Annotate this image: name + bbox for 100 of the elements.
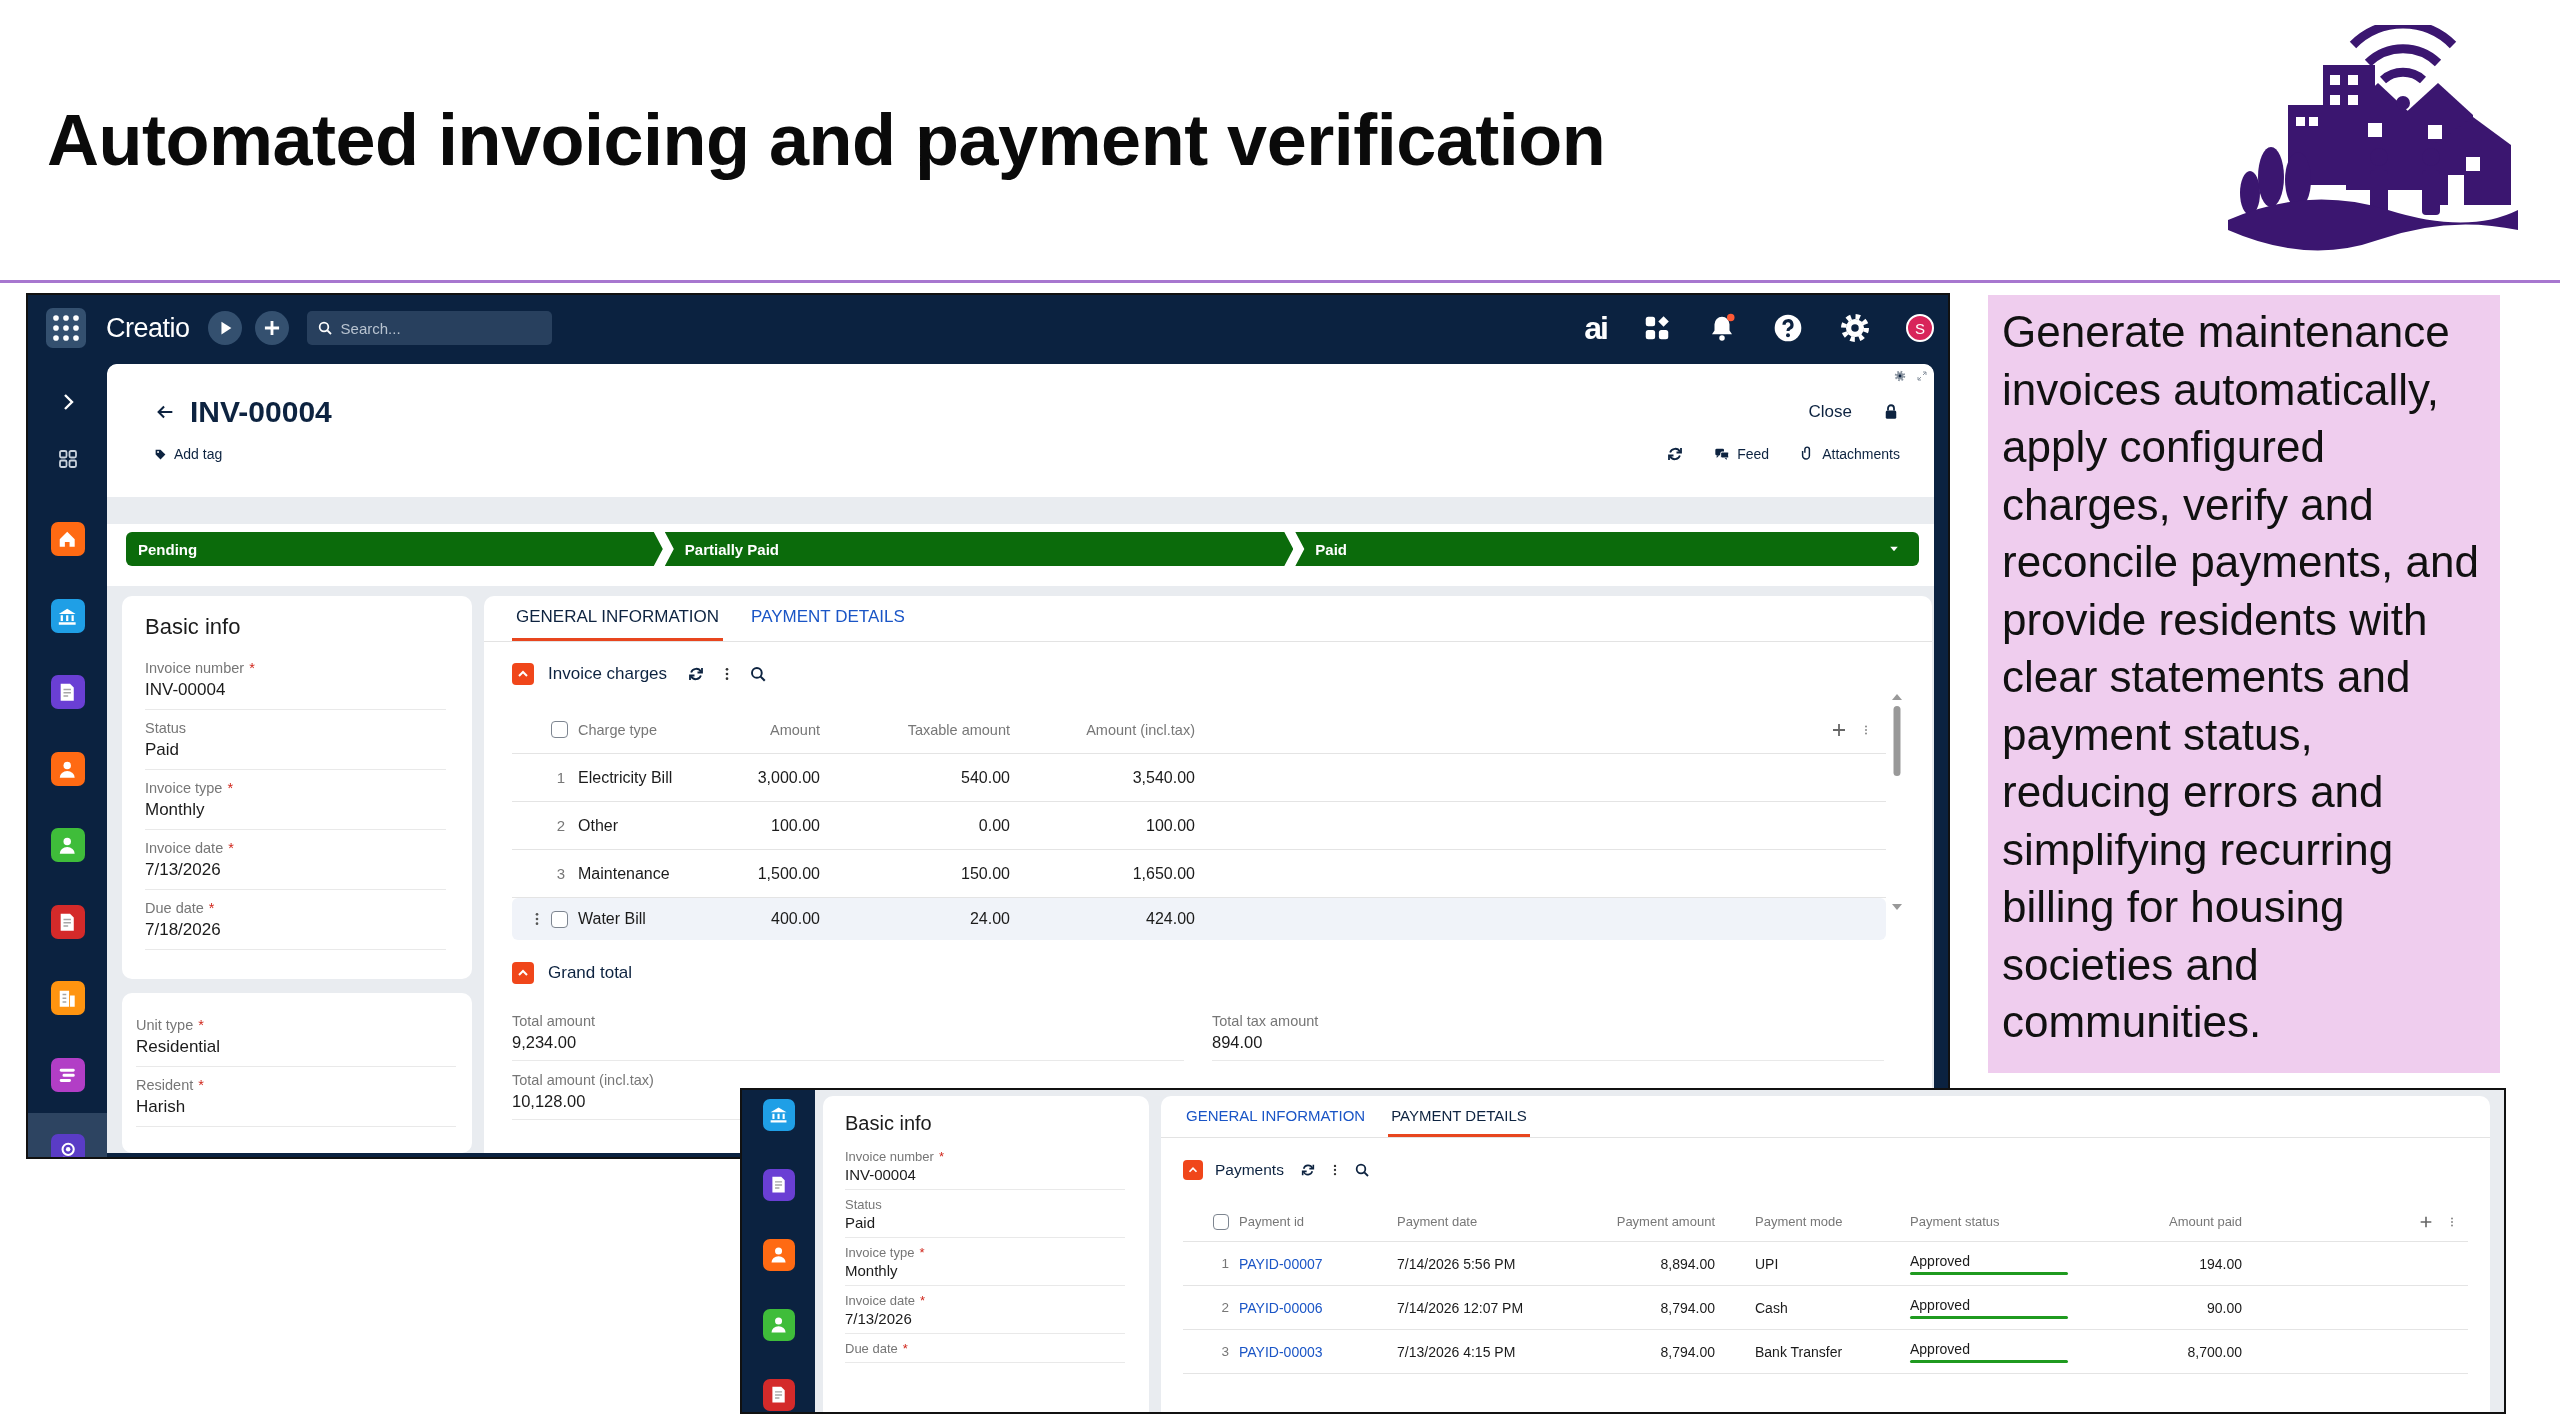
tab[interactable]: GENERAL INFORMATION bbox=[1183, 1096, 1369, 1137]
settings-icon[interactable] bbox=[1894, 370, 1906, 382]
collapse-icon[interactable] bbox=[1183, 1160, 1203, 1180]
house-icon[interactable] bbox=[50, 522, 85, 557]
field-value: Paid bbox=[145, 739, 181, 761]
table-row[interactable]: Water Bill 400.00 24.00 424.00 bbox=[512, 898, 1886, 940]
table-cell-text: 90.00 bbox=[2205, 1299, 2242, 1316]
scrollbar[interactable] bbox=[1890, 692, 1904, 912]
user-avatar[interactable]: S bbox=[1906, 314, 1934, 342]
ai-button[interactable]: ai bbox=[1584, 309, 1607, 347]
column-header[interactable]: Amount paid bbox=[2092, 1214, 2242, 1229]
checkbox[interactable] bbox=[1213, 1213, 1229, 1230]
table-cell-text: 1,500.00 bbox=[756, 864, 820, 883]
table-cell-text: 24.00 bbox=[968, 910, 1010, 928]
collapse-icon[interactable] bbox=[512, 962, 534, 984]
settings-icon[interactable] bbox=[1839, 312, 1871, 344]
person-icon[interactable] bbox=[762, 1239, 795, 1271]
table-cell-text: 540.00 bbox=[960, 768, 1010, 787]
bank-icon[interactable] bbox=[50, 598, 85, 633]
search-field[interactable]: Search... bbox=[306, 311, 552, 345]
row-number: 1 bbox=[1221, 1256, 1229, 1271]
document-icon[interactable] bbox=[762, 1169, 795, 1201]
description-text: Generate maintenance invoices automatically, apply configured charges, verify and reconcile payments, and provide residents with clear statements and payment status, reducing errors and simplifying recurring billing for housing societies and communities. bbox=[2001, 306, 2480, 1048]
column-header[interactable]: Payment status bbox=[1900, 1214, 2092, 1229]
section-title: Grand total bbox=[548, 963, 633, 983]
field-label: Invoice type * bbox=[845, 1244, 926, 1261]
field-label: Unit type * bbox=[136, 1016, 205, 1035]
tab[interactable]: PAYMENT DETAILS bbox=[1388, 1096, 1530, 1137]
table-cell-text: Bank Transfer bbox=[1754, 1343, 1844, 1360]
field-value: Paid bbox=[845, 1213, 877, 1232]
payment-link[interactable]: PAYID-00006 bbox=[1239, 1299, 1387, 1316]
expand-icon[interactable] bbox=[1916, 370, 1928, 382]
column-header[interactable]: Charge type bbox=[578, 721, 728, 738]
column-header[interactable]: Payment mode bbox=[1715, 1214, 1900, 1229]
field-label: Due date * bbox=[145, 899, 216, 918]
column-header[interactable]: Payment amount bbox=[1547, 1214, 1715, 1229]
checkbox[interactable] bbox=[551, 910, 568, 928]
person-icon[interactable] bbox=[50, 828, 85, 863]
building-icon[interactable] bbox=[50, 981, 85, 1016]
field-value: Residential bbox=[136, 1036, 222, 1058]
table-cell-text: 100.00 bbox=[770, 816, 820, 835]
table-row[interactable]: 1 Electricity Bill 3,000.00 540.00 3,540.00 bbox=[512, 754, 1886, 802]
brand-logo: Creatio bbox=[106, 312, 190, 344]
column-header[interactable]: Amount (incl.tax) bbox=[1010, 721, 1195, 738]
search-icon[interactable] bbox=[749, 665, 768, 683]
tab[interactable]: GENERAL INFORMATION bbox=[512, 596, 724, 641]
payment-link[interactable]: PAYID-00003 bbox=[1239, 1343, 1387, 1360]
refresh-icon[interactable] bbox=[1299, 1162, 1316, 1178]
row-number: 2 bbox=[556, 817, 565, 834]
table-cell-text: 424.00 bbox=[1145, 910, 1195, 928]
payment-link[interactable]: PAYID-00007 bbox=[1239, 1255, 1387, 1272]
table-cell-text: UPI bbox=[1754, 1255, 1780, 1272]
collapse-icon[interactable] bbox=[512, 663, 534, 685]
app-menu-icon[interactable] bbox=[46, 308, 86, 348]
field-label: Invoice date * bbox=[845, 1292, 927, 1309]
tab[interactable]: PAYMENT DETAILS bbox=[747, 596, 909, 641]
field-label: Invoice number * bbox=[845, 1148, 945, 1165]
section-title: Basic info bbox=[845, 1110, 933, 1136]
table-cell-text: Electricity Bill bbox=[578, 768, 674, 787]
help-icon[interactable] bbox=[1772, 312, 1804, 344]
field-value: 7/18/2026 bbox=[145, 919, 222, 941]
column-header[interactable]: Taxable amount bbox=[820, 721, 1010, 738]
section-title: Basic info bbox=[145, 613, 242, 641]
stage-step[interactable]: Paid bbox=[1295, 532, 1919, 566]
document-icon[interactable] bbox=[50, 904, 85, 939]
table-cell-text: Other bbox=[578, 816, 619, 835]
field-value: Monthly bbox=[845, 1261, 899, 1280]
table-row[interactable]: 2 Other 100.00 0.00 100.00 bbox=[512, 802, 1886, 850]
add-button[interactable] bbox=[254, 311, 289, 345]
table-cell-text: Maintenance bbox=[578, 864, 671, 883]
field-label: Invoice number * bbox=[145, 659, 256, 678]
field-value: INV-00004 bbox=[145, 679, 227, 701]
column-header[interactable]: Payment date bbox=[1387, 1214, 1547, 1229]
search-icon[interactable] bbox=[1353, 1162, 1370, 1178]
stage-step[interactable]: Partially Paid bbox=[664, 532, 1294, 566]
record-title: INV-00004 bbox=[190, 395, 332, 429]
table-cell-text: 8,794.00 bbox=[1659, 1343, 1715, 1360]
person-icon[interactable] bbox=[50, 751, 85, 786]
refresh-icon[interactable] bbox=[687, 665, 706, 683]
attachments-button[interactable]: Attachments bbox=[1799, 446, 1900, 462]
feed-button[interactable]: Feed bbox=[1714, 446, 1770, 462]
checkbox[interactable] bbox=[551, 721, 568, 738]
list-icon[interactable] bbox=[50, 1057, 85, 1092]
document-icon[interactable] bbox=[762, 1379, 795, 1411]
row-number: 3 bbox=[556, 865, 565, 882]
field-value: 9,234.00 bbox=[512, 1032, 578, 1053]
column-header[interactable]: Payment id bbox=[1239, 1214, 1387, 1229]
play-button[interactable] bbox=[207, 311, 242, 345]
person-icon[interactable] bbox=[762, 1309, 795, 1341]
document-icon[interactable] bbox=[50, 675, 85, 710]
add-tag-button[interactable]: Add tag bbox=[154, 446, 223, 462]
table-cell-text: Water Bill bbox=[578, 910, 647, 928]
field-value: 10,128.00 bbox=[512, 1091, 587, 1112]
bank-icon[interactable] bbox=[762, 1099, 795, 1131]
close-button[interactable]: Close bbox=[1808, 402, 1852, 422]
field-label: Status bbox=[145, 719, 188, 738]
refresh-icon[interactable] bbox=[1666, 445, 1685, 463]
column-header[interactable]: Amount bbox=[728, 721, 820, 738]
table-cell-text: 7/14/2026 5:56 PM bbox=[1396, 1255, 1517, 1272]
stage-step[interactable]: Pending bbox=[126, 532, 663, 566]
